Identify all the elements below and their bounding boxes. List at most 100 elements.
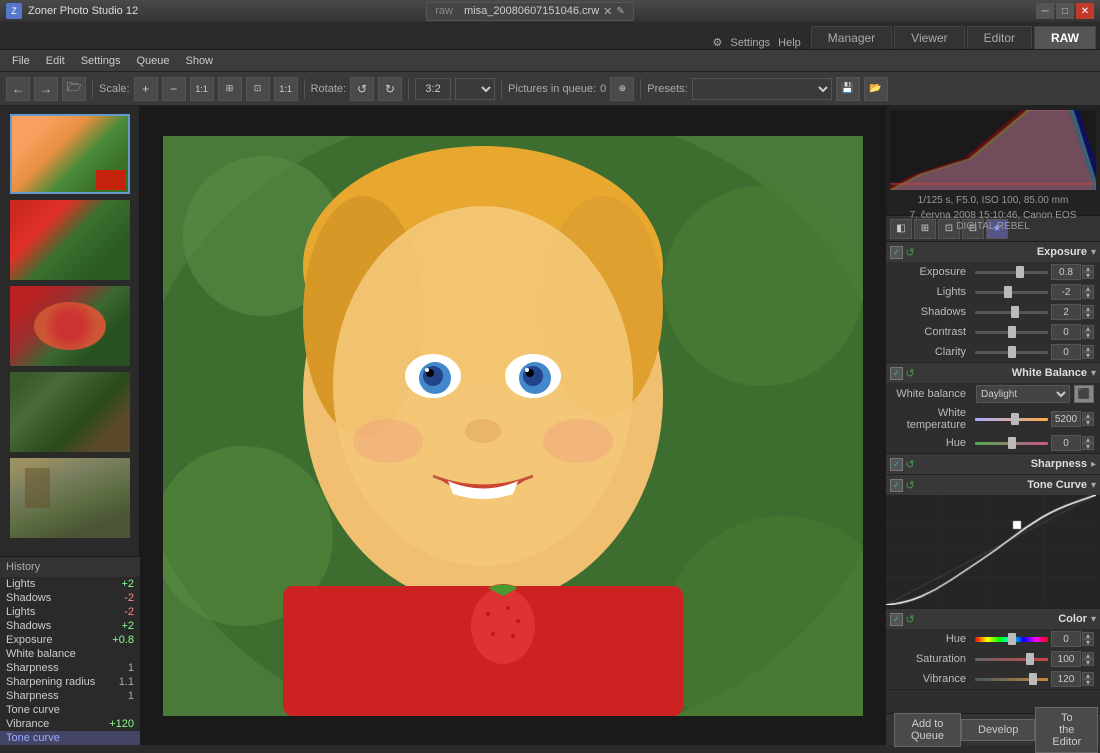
exp-value-3[interactable] — [1051, 324, 1081, 340]
history-item-3[interactable]: Shadows+2 — [0, 619, 140, 633]
exp-value-0[interactable] — [1051, 264, 1081, 280]
exp-down-4[interactable]: ▾ — [1082, 352, 1094, 359]
close-button[interactable]: ✕ — [1076, 3, 1094, 19]
sharpness-arrow-icon[interactable]: ▸ — [1091, 459, 1096, 470]
back-button[interactable]: ← — [6, 77, 30, 101]
exposure-checkbox[interactable]: ✓ — [890, 246, 903, 259]
image-area[interactable] — [140, 106, 885, 745]
color-hue-handle[interactable] — [1008, 633, 1016, 645]
wb-hue-down[interactable]: ▾ — [1082, 443, 1094, 450]
wb-select[interactable]: Daylight — [976, 385, 1070, 403]
exp-handle-2[interactable] — [1011, 306, 1019, 318]
settings-label[interactable]: Settings — [730, 37, 770, 49]
color-sat-down[interactable]: ▾ — [1082, 659, 1094, 666]
tab-close-icon[interactable]: ✕ — [603, 5, 612, 18]
color-hue-down[interactable]: ▾ — [1082, 639, 1094, 646]
tab-viewer[interactable]: Viewer — [894, 26, 964, 49]
exp-slider-0[interactable] — [975, 265, 1048, 279]
sharpness-header[interactable]: ✓ ↺ Sharpness ▸ — [886, 454, 1100, 474]
wb-color-picker[interactable]: ⬛ — [1074, 385, 1094, 403]
exposure-arrow-icon[interactable]: ▾ — [1091, 247, 1096, 258]
history-item-11[interactable]: Tone curve — [0, 731, 140, 745]
tonecurve-canvas[interactable] — [886, 495, 1096, 605]
history-item-9[interactable]: Tone curve — [0, 703, 140, 717]
wb-header[interactable]: ✓ ↺ White Balance ▾ — [886, 363, 1100, 383]
minimize-button[interactable]: ─ — [1036, 3, 1054, 19]
file-tab[interactable]: raw misa_20080607151046.crw ✕ ✎ — [426, 2, 634, 21]
scale-select[interactable] — [455, 78, 495, 100]
zoom-out-button[interactable]: − — [162, 77, 186, 101]
tab-editor[interactable]: Editor — [967, 26, 1032, 49]
history-item-8[interactable]: Sharpness1 — [0, 689, 140, 703]
zoom-fill-button[interactable]: ⊞ — [218, 77, 242, 101]
exp-slider-3[interactable] — [975, 325, 1048, 339]
exp-slider-2[interactable] — [975, 305, 1048, 319]
rotate-ccw-button[interactable]: ↺ — [350, 77, 374, 101]
wb-temp-handle[interactable] — [1011, 413, 1019, 425]
exp-handle-4[interactable] — [1008, 346, 1016, 358]
thumbnail-1[interactable] — [10, 114, 130, 194]
exp-down-1[interactable]: ▾ — [1082, 292, 1094, 299]
history-item-5[interactable]: White balance — [0, 647, 140, 661]
color-vib-down[interactable]: ▾ — [1082, 679, 1094, 686]
preset-save-button[interactable]: 💾 — [836, 77, 860, 101]
history-item-0[interactable]: Lights+2 — [0, 577, 140, 591]
presets-select[interactable] — [692, 78, 832, 100]
zoom-option-button[interactable]: 1:1 — [274, 77, 298, 101]
history-item-4[interactable]: Exposure+0.8 — [0, 633, 140, 647]
sharpness-refresh-icon[interactable]: ↺ — [903, 457, 917, 471]
color-sat-slider[interactable] — [975, 652, 1048, 666]
thumbnail-5[interactable] — [10, 458, 130, 538]
exp-value-1[interactable] — [1051, 284, 1081, 300]
color-hue-value[interactable] — [1051, 631, 1081, 647]
exp-value-4[interactable] — [1051, 344, 1081, 360]
help-label[interactable]: Help — [778, 37, 801, 49]
rotate-cw-button[interactable]: ↻ — [378, 77, 402, 101]
history-item-1[interactable]: Shadows-2 — [0, 591, 140, 605]
thumbnail-2[interactable] — [10, 200, 130, 280]
thumbnail-4[interactable] — [10, 372, 130, 452]
menu-edit[interactable]: Edit — [38, 53, 73, 69]
tonecurve-refresh-icon[interactable]: ↺ — [903, 478, 917, 492]
history-item-10[interactable]: Vibrance+120 — [0, 717, 140, 731]
tonecurve-header[interactable]: ✓ ↺ Tone Curve ▾ — [886, 475, 1100, 495]
color-vib-handle[interactable] — [1029, 673, 1037, 685]
exp-handle-3[interactable] — [1008, 326, 1016, 338]
color-header[interactable]: ✓ ↺ Color ▾ — [886, 609, 1100, 629]
wb-hue-handle[interactable] — [1008, 437, 1016, 449]
color-sat-handle[interactable] — [1026, 653, 1034, 665]
tab-manager[interactable]: Manager — [811, 26, 892, 49]
wb-hue-slider[interactable] — [975, 436, 1048, 450]
exp-value-2[interactable] — [1051, 304, 1081, 320]
wb-refresh-icon[interactable]: ↺ — [903, 366, 917, 380]
color-vib-value[interactable] — [1051, 671, 1081, 687]
add-to-queue-button[interactable]: Add to Queue — [894, 713, 961, 747]
wb-checkbox[interactable]: ✓ — [890, 367, 903, 380]
folder-button[interactable]: 🗁 — [62, 77, 86, 101]
color-arrow-icon[interactable]: ▾ — [1091, 614, 1096, 625]
wb-temp-down[interactable]: ▾ — [1082, 419, 1094, 426]
color-hue-slider[interactable] — [975, 632, 1048, 646]
color-checkbox[interactable]: ✓ — [890, 613, 903, 626]
menu-settings[interactable]: Settings — [73, 53, 129, 69]
exp-down-3[interactable]: ▾ — [1082, 332, 1094, 339]
tonecurve-checkbox[interactable]: ✓ — [890, 479, 903, 492]
exp-handle-0[interactable] — [1016, 266, 1024, 278]
forward-button[interactable]: → — [34, 77, 58, 101]
history-item-7[interactable]: Sharpening radius1.1 — [0, 675, 140, 689]
sharpness-checkbox[interactable]: ✓ — [890, 458, 903, 471]
preset-load-button[interactable]: 📂 — [864, 77, 888, 101]
exposure-header[interactable]: ✓ ↺ Exposure ▾ — [886, 242, 1100, 262]
scale-input[interactable] — [415, 78, 451, 100]
maximize-button[interactable]: □ — [1056, 3, 1074, 19]
menu-file[interactable]: File — [4, 53, 38, 69]
wb-temp-value[interactable] — [1051, 411, 1081, 427]
actual-size-button[interactable]: ⊡ — [246, 77, 270, 101]
color-vib-slider[interactable] — [975, 672, 1048, 686]
exp-down-2[interactable]: ▾ — [1082, 312, 1094, 319]
history-item-2[interactable]: Lights-2 — [0, 605, 140, 619]
zoom-in-button[interactable]: + — [134, 77, 158, 101]
develop-button[interactable]: Develop — [961, 719, 1035, 741]
exp-slider-4[interactable] — [975, 345, 1048, 359]
to-editor-button[interactable]: To the Editor — [1035, 707, 1098, 753]
